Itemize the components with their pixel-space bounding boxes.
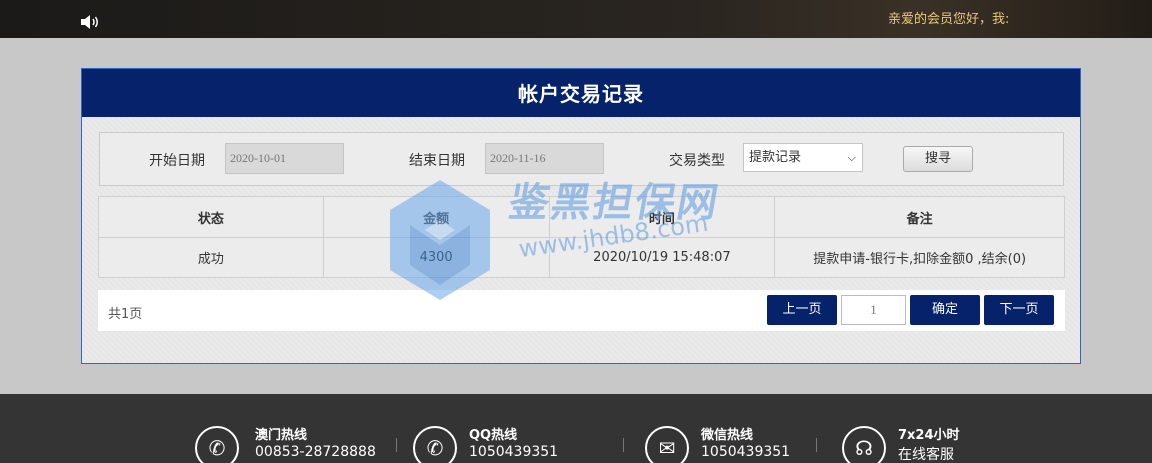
service-title: 7x24小时 [898,428,960,443]
col-status: 状态 [98,196,324,238]
mail-icon: ✉ [645,426,689,463]
transaction-table: 状态 金额 时间 备注 成功 4300 2020/10/19 15:48:07 … [98,196,1065,278]
divider [623,438,624,452]
hotline-value: 00853-28728888 [255,444,376,460]
phone-icon: ✆ [413,426,457,463]
page-total: 共1页 [108,307,143,322]
table-row: 成功 4300 2020/10/19 15:48:07 提款申请-银行卡,扣除金… [98,237,1065,278]
pagination: 共1页 上一页 1 确定 下一页 [98,290,1065,331]
table-header-row: 状态 金额 时间 备注 [98,196,1065,238]
type-label: 交易类型 [669,153,725,169]
confirm-button[interactable]: 确定 [910,295,980,325]
page-title: 帐户交易记录 [82,69,1080,117]
col-amount: 金额 [322,196,550,238]
page-input[interactable]: 1 [841,295,906,325]
row-status: 成功 [98,237,324,278]
start-date-label: 开始日期 [149,153,205,169]
hotline-value: 1050439351 [469,444,559,460]
top-bar: 亲爱的会员您好，我: [0,0,1152,38]
row-note: 提款申请-银行卡,扣除金额0 ,结余(0) [774,237,1065,278]
row-amount: 4300 [322,237,550,278]
service-value: 在线客服 [898,447,954,463]
footer: ✆ 澳门热线 00853-28728888 ✆ QQ热线 1050439351 … [0,394,1152,463]
filter-bar: 开始日期 2020-10-01 结束日期 2020-11-16 交易类型 提款记… [99,132,1064,186]
end-date-input[interactable]: 2020-11-16 [485,143,604,174]
hotline-value: 1050439351 [701,444,791,460]
type-select-value: 提款记录 [749,150,802,165]
hotline-title: QQ热线 [469,428,518,443]
headset-icon: ☊ [842,426,886,463]
hotline-title: 微信热线 [701,428,754,443]
hotline-title: 澳门热线 [255,428,308,443]
col-note: 备注 [774,196,1065,238]
chevron-down-icon: ⌵ [847,151,856,164]
speaker-icon[interactable] [80,14,102,30]
end-date-label: 结束日期 [409,153,465,169]
transaction-panel: 帐户交易记录 开始日期 2020-10-01 结束日期 2020-11-16 交… [81,68,1081,364]
start-date-input[interactable]: 2020-10-01 [225,143,344,174]
type-select[interactable]: 提款记录 ⌵ [743,143,863,172]
search-button[interactable]: 搜寻 [903,146,973,172]
divider [396,438,397,452]
row-time: 2020/10/19 15:48:07 [548,237,776,278]
welcome-text: 亲爱的会员您好，我: [888,12,1010,27]
next-page-button[interactable]: 下一页 [984,295,1054,325]
prev-page-button[interactable]: 上一页 [767,295,837,325]
phone-icon: ✆ [195,426,239,463]
divider [816,438,817,452]
col-time: 时间 [548,196,776,238]
